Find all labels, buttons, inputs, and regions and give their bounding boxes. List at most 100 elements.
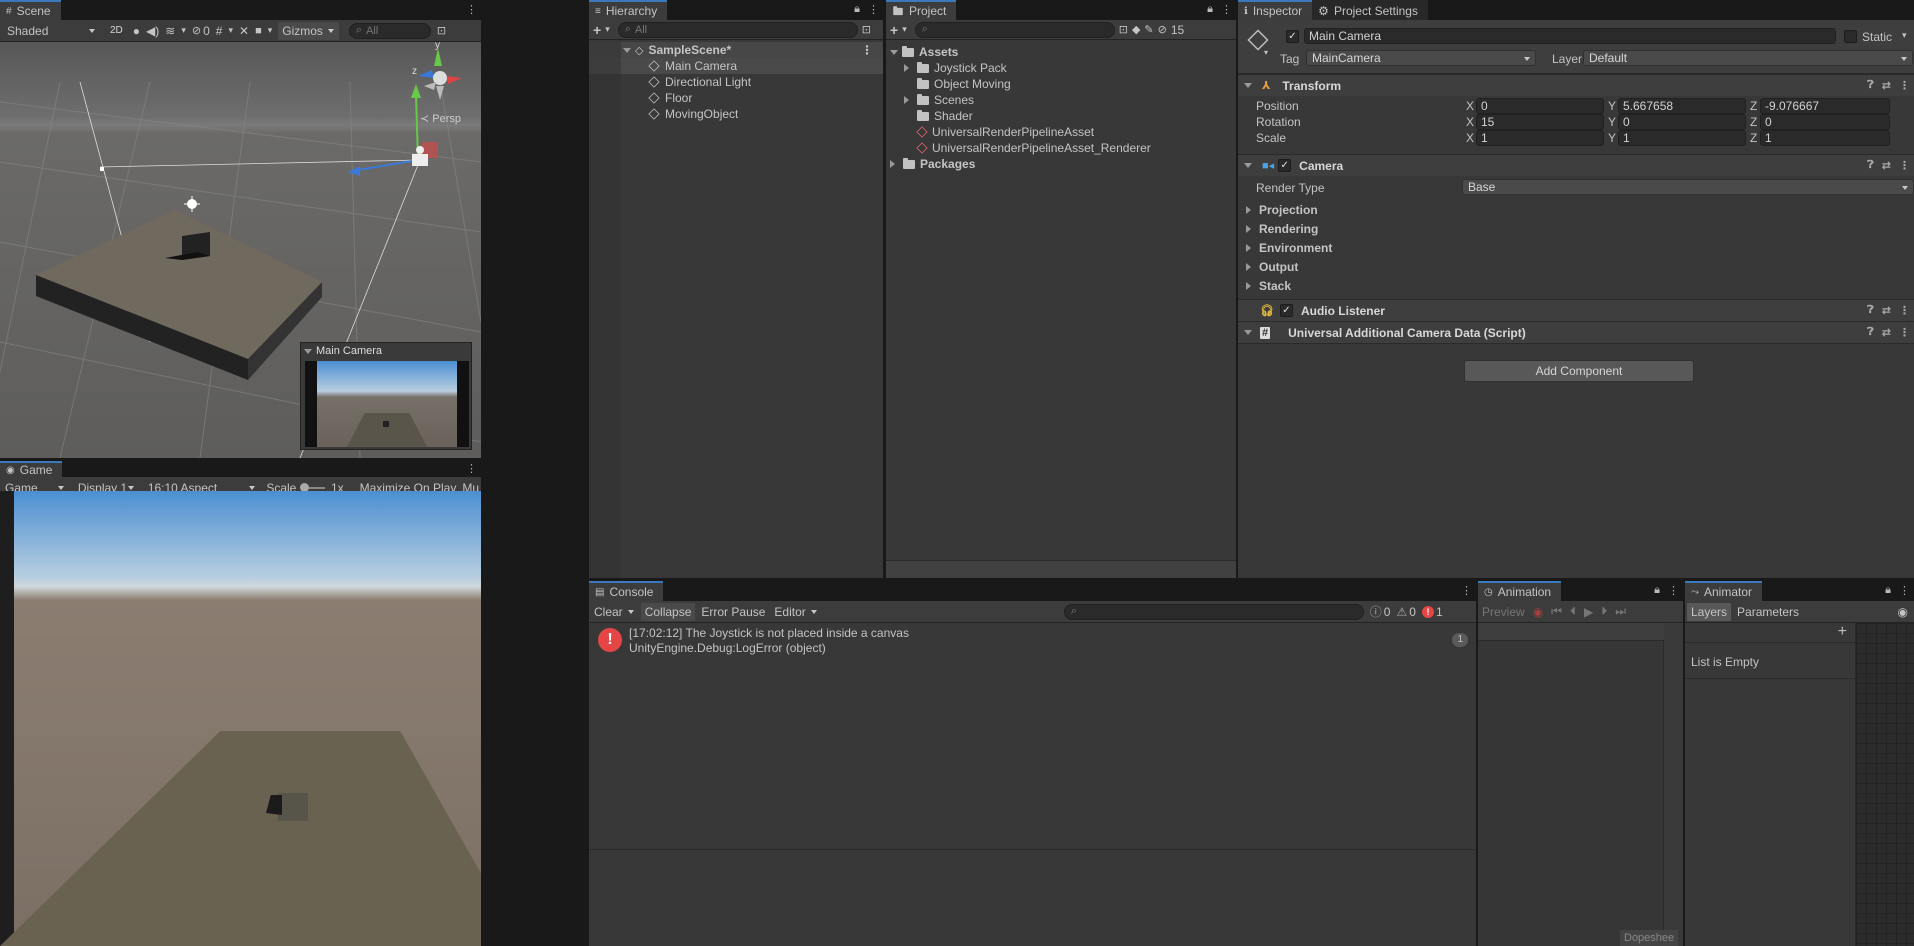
scale-slider[interactable] [300,482,325,492]
preset-icon[interactable]: ⇄ [1882,326,1891,339]
scene-tab-menu[interactable]: ⋮ [466,3,477,16]
more-icon[interactable]: ⋮ [1899,584,1910,597]
scene-search-filter-icon[interactable]: ⊡ [437,24,446,37]
tab-project-settings[interactable]: ⚙ Project Settings [1312,0,1428,20]
search-by-type-icon[interactable]: ⊡ [1119,23,1128,36]
play-icon[interactable]: ▶ [1584,605,1593,619]
next-frame-icon[interactable]: ⏵ [1601,604,1607,619]
tab-console[interactable]: ▤ Console [589,581,664,601]
last-frame-icon[interactable]: ⏭ [1615,604,1626,619]
more-icon[interactable]: ⋮ [868,3,879,16]
project-folder-item[interactable]: Shader [886,108,1236,124]
console-entry[interactable]: ! [17:02:12] The Joystick is not placed … [589,623,1476,657]
search-filter-icon[interactable]: ⊡ [862,23,871,36]
expand-icon[interactable] [890,49,898,59]
expand-icon[interactable] [1246,224,1255,233]
audio-listener-header[interactable]: 🎧︎ ✓ Audio Listener ❓︎ ⇄ ⋮ [1238,299,1914,321]
more-icon[interactable]: ⋮ [1899,79,1910,92]
game-tab-menu[interactable]: ⋮ [466,462,477,475]
static-dropdown-icon[interactable]: ▾ [1902,30,1907,41]
more-icon[interactable]: ⋮ [466,462,477,475]
grid-snap-icon[interactable]: # [216,24,223,38]
scale-z-field[interactable]: 1 [1760,130,1890,146]
hierarchy-item[interactable]: MovingObject [589,106,883,122]
expand-icon[interactable] [1246,262,1255,271]
preset-icon[interactable]: ⇄ [1882,159,1891,172]
render-type-dropdown[interactable]: Base [1462,179,1914,195]
error-count-icon[interactable]: ! [1421,605,1434,618]
hierarchy-search-input[interactable]: ⌕ All [617,21,858,38]
expand-icon[interactable] [904,64,913,72]
project-folder-item[interactable]: Joystick Pack [886,60,1236,76]
log-count-icon[interactable]: ⓘ [1370,603,1382,620]
scene-root-row[interactable]: ◇ SampleScene* ⋮ [589,42,883,58]
scale-y-field[interactable]: 1 [1618,130,1746,146]
hidden-packages-icon[interactable]: ⊘ [1158,23,1167,36]
game-viewport[interactable] [0,491,481,946]
position-y-field[interactable]: 5.667658 [1618,98,1746,114]
position-x-field[interactable]: 0 [1476,98,1604,114]
active-checkbox[interactable]: ✓ [1286,30,1299,43]
audio-icon[interactable]: ◀) [146,24,159,38]
tab-animator[interactable]: ⤳ Animator [1685,581,1763,601]
eye-icon[interactable]: ◉ [1898,605,1908,619]
add-dropdown-icon[interactable]: ▾ [605,24,610,35]
camera-section-environment[interactable]: Environment [1246,238,1914,257]
tab-animation[interactable]: ◷ Animation [1478,581,1562,601]
lock-icon[interactable]: 🔒︎ [1654,584,1660,597]
dopesheet-tab[interactable]: Dopeshee [1620,930,1679,946]
tab-game[interactable]: ◉ Game [0,461,63,477]
camera-header[interactable]: ■◂ ✓ Camera ❓︎ ⇄ ⋮ [1238,154,1914,176]
perspective-toggle[interactable]: ≺ Persp [420,112,461,125]
console-search-input[interactable]: ⌕ [1063,603,1364,620]
warning-count-icon[interactable]: ⚠ [1396,605,1407,619]
preset-icon[interactable]: ⇄ [1882,79,1891,92]
project-folder-item[interactable]: Object Moving [886,76,1236,92]
urp-camera-data-header[interactable]: # Universal Additional Camera Data (Scri… [1238,321,1914,343]
camera-preview-header[interactable]: Main Camera [301,343,471,359]
more-icon[interactable]: ⋮ [1461,584,1472,597]
packages-root-row[interactable]: Packages [886,156,1236,172]
hierarchy-item[interactable]: Main Camera [589,58,883,74]
more-icon[interactable]: ⋮ [466,3,477,16]
camera-section-output[interactable]: Output [1246,257,1914,276]
expand-icon[interactable] [1246,243,1255,252]
grid-dropdown-icon[interactable]: ▾ [228,25,233,36]
animator-graph[interactable] [1856,623,1914,946]
camera-dropdown-icon[interactable]: ▾ [268,25,273,36]
camera-enabled-checkbox[interactable]: ✓ [1278,159,1292,172]
first-frame-icon[interactable]: ⏮ [1551,604,1562,619]
position-z-field[interactable]: -9.076667 [1760,98,1890,114]
shading-mode-dropdown[interactable]: Shaded [4,22,100,40]
audio-listener-enabled-checkbox[interactable]: ✓ [1279,304,1293,317]
rotation-x-field[interactable]: 15 [1476,114,1604,130]
rotation-y-field[interactable]: 0 [1618,114,1746,130]
search-by-label-icon[interactable]: ◆ [1132,23,1140,36]
preview-toggle[interactable]: Preview [1482,605,1525,619]
more-icon[interactable]: ⋮ [1221,3,1232,16]
scene-search-input[interactable]: ⌕ All [348,22,431,39]
visibility-icon[interactable]: ⊘ [192,24,201,37]
project-folder-item[interactable]: Scenes [886,92,1236,108]
collapse-icon[interactable] [1244,330,1252,339]
parameters-tab[interactable]: Parameters [1731,605,1805,619]
transform-header[interactable]: ⅄ Transform ❓︎ ⇄ ⋮ [1238,74,1914,96]
tab-inspector[interactable]: ℹ Inspector [1238,0,1313,20]
lighting-icon[interactable]: ● [133,24,140,38]
expand-icon[interactable] [1246,205,1255,214]
preset-icon[interactable]: ⇄ [1882,304,1891,317]
tab-hierarchy[interactable]: ≡ Hierarchy [589,0,668,20]
expand-icon[interactable] [904,96,913,104]
scene-menu-icon[interactable]: ⋮ [861,43,873,57]
2d-toggle[interactable]: 2D [106,22,127,39]
layer-dropdown[interactable]: Default [1583,50,1913,66]
help-icon[interactable]: ❓︎ [1867,159,1874,172]
console-tab-menu[interactable]: ⋮ [1461,584,1472,597]
hierarchy-item[interactable]: Floor [589,90,883,106]
camera-icon[interactable]: ■ [255,25,262,37]
camera-section-stack[interactable]: Stack [1246,276,1914,295]
more-icon[interactable]: ⋮ [1899,326,1910,339]
more-icon[interactable]: ⋮ [1899,159,1910,172]
expand-icon[interactable] [1246,281,1255,290]
gizmos-dropdown[interactable]: Gizmos [278,21,339,40]
